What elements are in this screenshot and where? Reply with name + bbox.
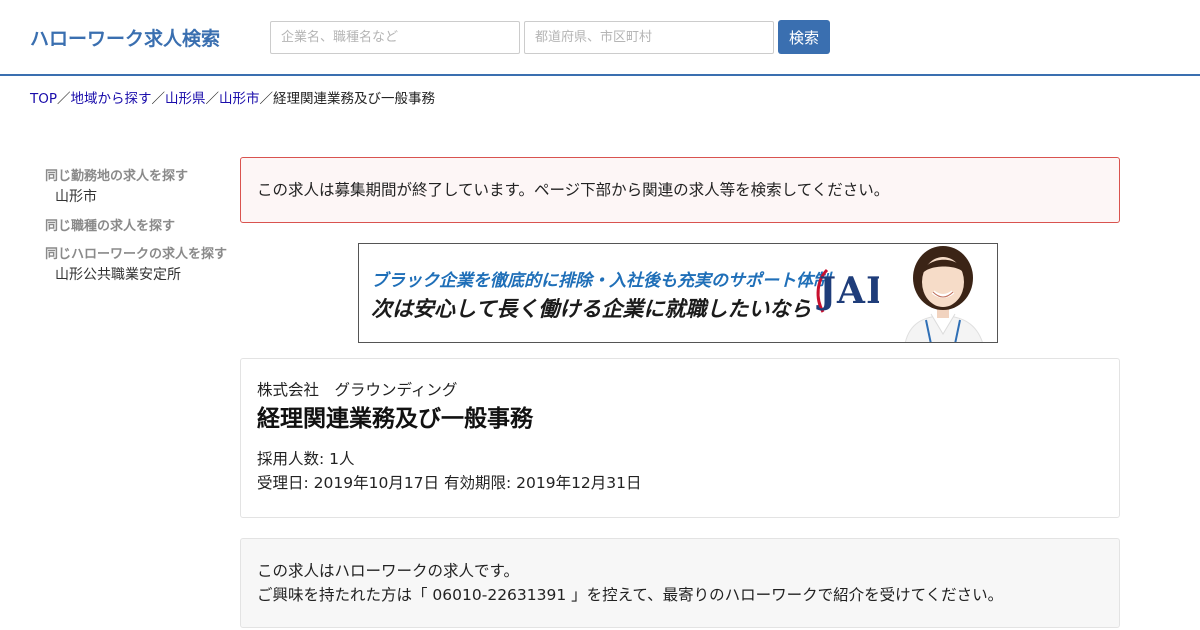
sidebar: 同じ勤務地の求人を探す 山形市 同じ職種の求人を探す 同じハローワークの求人を探… (45, 168, 235, 296)
smiling-woman-photo (879, 244, 997, 342)
breadcrumb-separator: ／ (57, 91, 71, 107)
sidebar-link-yamagata-office[interactable]: 山形公共職業安定所 (45, 264, 235, 286)
banner-tagline: ブラック企業を徹底的に排除・入社後も充実のサポート体制 (371, 271, 830, 291)
banner-headline: 次は安心して長く働ける企業に就職したいなら (371, 297, 812, 321)
job-hires: 採用人数: 1人 (257, 450, 355, 468)
sidebar-heading-same-occupation: 同じ職種の求人を探す (45, 219, 176, 234)
breadcrumb-separator: ／ (151, 91, 166, 107)
sidebar-link-yamagata-city[interactable]: 山形市 (45, 186, 235, 208)
breadcrumb-prefecture[interactable]: 山形県 (165, 91, 206, 107)
notice-line-2: ご興味を持たれた方は「 06010-22631391 」を控えて、最寄りのハロー… (257, 586, 1004, 604)
breadcrumb-city[interactable]: 山形市 (219, 91, 260, 107)
location-search-input[interactable] (524, 21, 774, 54)
breadcrumb-separator: ／ (205, 91, 220, 107)
site-logo[interactable]: ハローワーク求人検索 (30, 24, 220, 51)
breadcrumb-separator: ／ (259, 91, 274, 107)
sidebar-heading-same-hellowork: 同じハローワークの求人を探す (45, 247, 228, 262)
sidebar-group-same-hellowork: 同じハローワークの求人を探す 山形公共職業安定所 (45, 246, 235, 286)
site-header: ハローワーク求人検索 検索 (0, 0, 1200, 76)
sidebar-group-same-location: 同じ勤務地の求人を探す 山形市 (45, 168, 235, 208)
search-button[interactable]: 検索 (778, 20, 830, 54)
breadcrumb-current: 経理関連業務及び一般事務 (273, 91, 436, 107)
expired-alert: この求人は募集期間が終了しています。ページ下部から関連の求人等を検索してください… (240, 157, 1120, 223)
sidebar-group-same-occupation: 同じ職種の求人を探す (45, 218, 235, 236)
job-summary-card: 株式会社 グラウンディング 経理関連業務及び一般事務 採用人数: 1人 受理日:… (240, 358, 1120, 518)
job-dates: 受理日: 2019年10月17日 有効期限: 2019年12月31日 (257, 474, 642, 492)
job-title: 経理関連業務及び一般事務 (257, 406, 533, 432)
sidebar-heading-same-location: 同じ勤務地の求人を探す (45, 169, 189, 184)
jaic-ad-banner[interactable]: ブラック企業を徹底的に排除・入社後も充実のサポート体制 次は安心して長く働ける企… (358, 243, 998, 343)
breadcrumb: TOP／地域から探す／山形県／山形市／経理関連業務及び一般事務 (30, 87, 435, 107)
breadcrumb-region-search[interactable]: 地域から探す (71, 91, 152, 107)
notice-line-1: この求人はハローワークの求人です。 (257, 562, 519, 580)
keyword-search-input[interactable] (270, 21, 520, 54)
breadcrumb-top[interactable]: TOP (30, 91, 57, 107)
company-name: 株式会社 グラウンディング (257, 381, 458, 399)
hellowork-notice: この求人はハローワークの求人です。 ご興味を持たれた方は「 06010-2263… (240, 538, 1120, 628)
